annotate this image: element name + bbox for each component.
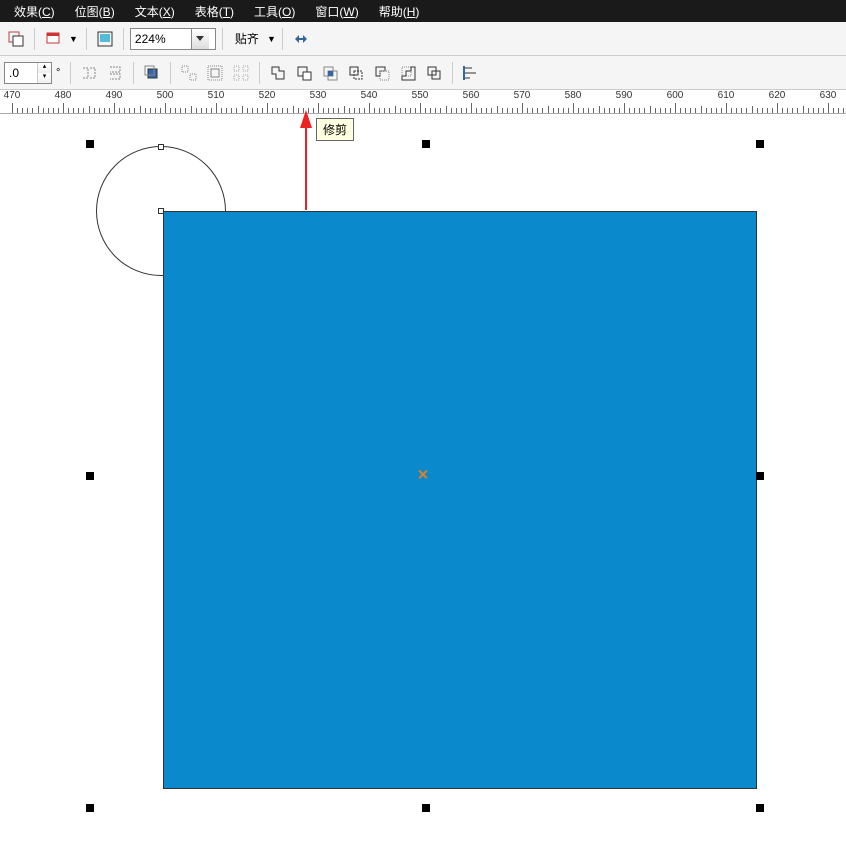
ungroup-icon[interactable]	[177, 61, 201, 85]
toolbar-standard: ▼ 贴齐 ▼	[0, 22, 846, 56]
rectangle-shape[interactable]	[163, 211, 757, 789]
trim-icon[interactable]	[292, 61, 316, 85]
node-handle[interactable]	[158, 208, 164, 214]
degree-label: °	[56, 67, 60, 79]
rotation-input[interactable]	[5, 66, 37, 80]
separator	[34, 28, 35, 50]
separator	[452, 62, 453, 84]
menu-帮助[interactable]: 帮助(H)	[369, 3, 430, 20]
menu-文本[interactable]: 文本(X)	[125, 3, 185, 20]
ruler-label: 530	[310, 90, 327, 101]
options-icon[interactable]	[289, 27, 313, 51]
copy-props-icon[interactable]	[4, 27, 28, 51]
selection-handle[interactable]	[86, 804, 94, 812]
ruler-label: 610	[718, 90, 735, 101]
menu-表格[interactable]: 表格(T)	[185, 3, 244, 20]
ruler-label: 540	[361, 90, 378, 101]
separator	[86, 28, 87, 50]
mirror-v-icon[interactable]	[103, 61, 127, 85]
ruler-label: 490	[106, 90, 123, 101]
separator	[70, 62, 71, 84]
zoom-level-combo[interactable]	[130, 28, 216, 50]
canvas-area[interactable]: 修剪 ✕	[0, 114, 846, 867]
menu-窗口[interactable]: 窗口(W)	[305, 3, 368, 20]
dropdown-arrow-icon[interactable]: ▼	[69, 34, 78, 44]
selection-handle[interactable]	[422, 140, 430, 148]
separator	[123, 28, 124, 50]
selection-handle[interactable]	[756, 804, 764, 812]
tooltip: 修剪	[316, 118, 354, 141]
spin-down[interactable]: ▾	[38, 73, 51, 83]
menu-工具[interactable]: 工具(O)	[244, 3, 305, 20]
ruler-label: 510	[208, 90, 225, 101]
separator	[133, 62, 134, 84]
selection-handle[interactable]	[86, 472, 94, 480]
separator	[259, 62, 260, 84]
ruler-label: 560	[463, 90, 480, 101]
align-icon[interactable]	[459, 61, 483, 85]
selection-handle[interactable]	[422, 804, 430, 812]
ruler-label: 590	[616, 90, 633, 101]
toolbar-property: ▴▾ °	[0, 56, 846, 90]
group-icon[interactable]	[203, 61, 227, 85]
zoom-input[interactable]	[131, 32, 191, 46]
separator	[282, 28, 283, 50]
selection-handle[interactable]	[86, 140, 94, 148]
ruler-label: 470	[4, 90, 21, 101]
launch-icon[interactable]	[41, 27, 65, 51]
center-marker-icon: ✕	[417, 467, 429, 484]
ruler-label: 570	[514, 90, 531, 101]
front-minus-back-icon[interactable]	[370, 61, 394, 85]
ruler-label: 550	[412, 90, 429, 101]
ruler-label: 600	[667, 90, 684, 101]
ruler-label: 580	[565, 90, 582, 101]
selection-handle[interactable]	[756, 472, 764, 480]
back-minus-front-icon[interactable]	[396, 61, 420, 85]
boundary-icon[interactable]	[422, 61, 446, 85]
separator	[222, 28, 223, 50]
selection-handle[interactable]	[756, 140, 764, 148]
horizontal-ruler: 470 480 490 500 510 520 530 540 550 560 570 580 590 6…	[0, 90, 846, 114]
spin-up[interactable]: ▴	[38, 63, 51, 73]
ruler-label: 500	[157, 90, 174, 101]
ruler-label: 630	[820, 90, 837, 101]
mirror-h-icon[interactable]	[77, 61, 101, 85]
ruler-label: 620	[769, 90, 786, 101]
weld-icon[interactable]	[266, 61, 290, 85]
dropdown-arrow-icon[interactable]: ▼	[267, 34, 276, 44]
to-front-icon[interactable]	[140, 61, 164, 85]
ruler-label: 520	[259, 90, 276, 101]
app-icon[interactable]	[93, 27, 117, 51]
zoom-dropdown-button[interactable]	[191, 29, 209, 49]
snap-label[interactable]: 贴齐	[235, 30, 259, 47]
simplify-icon[interactable]	[344, 61, 368, 85]
ruler-label: 480	[55, 90, 72, 101]
rotation-input-wrap[interactable]: ▴▾	[4, 62, 52, 84]
ungroup-all-icon[interactable]	[229, 61, 253, 85]
separator	[170, 62, 171, 84]
menu-效果[interactable]: 效果(C)	[4, 3, 65, 20]
intersect-icon[interactable]	[318, 61, 342, 85]
menu-位图[interactable]: 位图(B)	[65, 3, 125, 20]
node-handle[interactable]	[158, 144, 164, 150]
menubar: 效果(C)位图(B)文本(X)表格(T)工具(O)窗口(W)帮助(H)	[0, 0, 846, 22]
